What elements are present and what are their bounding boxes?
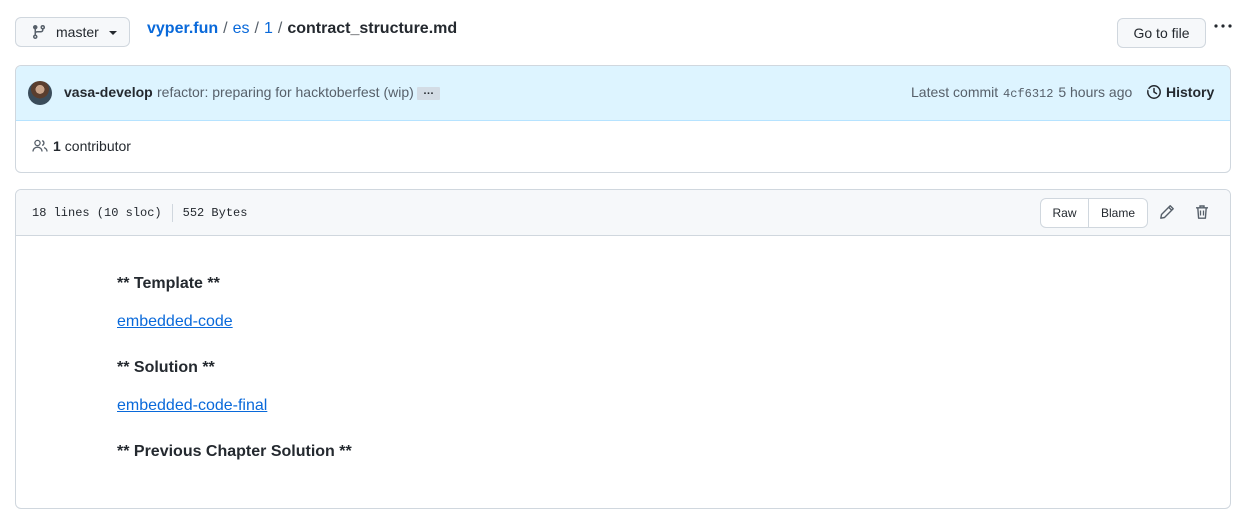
latest-commit-info: Latest commit 4cf6312 5 hours ago	[911, 84, 1132, 101]
breadcrumb-separator: /	[254, 20, 259, 37]
file-header: 18 lines (10 sloc) 552 Bytes Raw Blame	[16, 190, 1230, 236]
breadcrumb-separator: /	[223, 20, 228, 37]
breadcrumb-separator: /	[277, 20, 283, 37]
commit-time: 5 hours ago	[1058, 84, 1133, 100]
content-heading-solution: ** Solution **	[117, 359, 215, 376]
content-link-embedded-code-final[interactable]: embedded-code-final	[117, 397, 267, 415]
latest-commit-label: Latest commit	[911, 84, 999, 100]
commit-author-link[interactable]: vasa-develop	[64, 84, 153, 100]
breadcrumb-repo-link[interactable]: vyper.fun	[147, 20, 218, 37]
pencil-icon[interactable]	[1159, 204, 1175, 220]
divider	[171, 204, 173, 222]
branch-select-button[interactable]: master	[15, 17, 130, 47]
commit-header: vasa-develop refactor: preparing for hac…	[16, 66, 1230, 121]
chevron-down-icon	[108, 31, 117, 35]
avatar[interactable]	[28, 81, 52, 105]
content-link-embedded-code[interactable]: embedded-code	[117, 313, 233, 331]
breadcrumb: vyper.fun / es/1/contract_structure.md	[147, 19, 457, 39]
go-to-file-button[interactable]: Go to file	[1117, 18, 1206, 48]
latest-commit-box: vasa-develop refactor: preparing for hac…	[15, 65, 1231, 173]
commit-sha-link[interactable]: 4cf6312	[1003, 87, 1053, 101]
history-link[interactable]: History	[1146, 84, 1214, 100]
contributor-label: contributor	[64, 138, 131, 154]
contributors-link[interactable]: 1 contributor	[32, 138, 131, 154]
breadcrumb-link-es[interactable]: es	[233, 20, 250, 37]
file-line-count: 18 lines (10 sloc)	[32, 206, 162, 220]
blame-button[interactable]: Blame	[1089, 199, 1147, 227]
contributor-count: 1	[53, 138, 61, 154]
people-icon	[32, 139, 48, 152]
expand-commit-message-button[interactable]: …	[417, 86, 440, 100]
git-branch-icon	[31, 24, 47, 40]
more-options-icon[interactable]	[1213, 20, 1233, 32]
content-heading-template: ** Template **	[117, 275, 220, 292]
content-heading-previous-solution: ** Previous Chapter Solution **	[117, 443, 352, 460]
history-icon	[1146, 85, 1161, 99]
raw-button[interactable]: Raw	[1041, 199, 1089, 227]
file-actions-group: Raw Blame	[1040, 198, 1149, 228]
file-viewer: 18 lines (10 sloc) 552 Bytes Raw Blame *…	[15, 189, 1231, 509]
file-size: 552 Bytes	[182, 206, 248, 220]
breadcrumb-link-1[interactable]: 1	[264, 20, 273, 37]
commit-message-link[interactable]: refactor: preparing for hacktoberfest (w…	[157, 84, 414, 100]
branch-label: master	[56, 24, 99, 40]
breadcrumb-current-file: contract_structure.md	[287, 20, 458, 37]
trash-icon[interactable]	[1194, 204, 1210, 220]
file-info: 18 lines (10 sloc) 552 Bytes	[32, 204, 247, 222]
history-label: History	[1166, 84, 1215, 100]
